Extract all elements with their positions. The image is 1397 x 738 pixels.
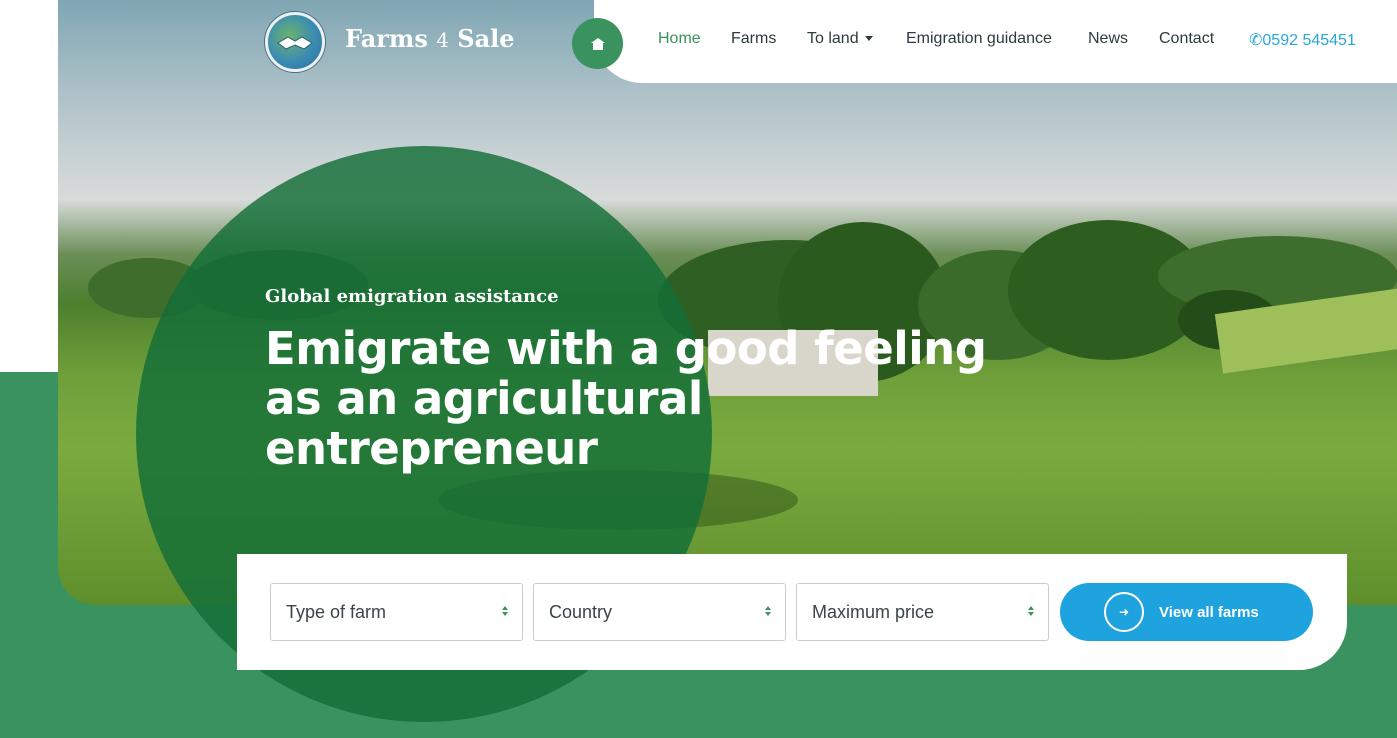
max-price-select[interactable]: Maximum price (796, 583, 1049, 641)
nav-news[interactable]: News (1088, 30, 1128, 48)
nav-farms[interactable]: Farms (731, 30, 776, 48)
brand-name[interactable]: Farms 4 Sale (345, 24, 515, 53)
hero-tagline: Global emigration assistance (265, 286, 559, 307)
max-price-value: Maximum price (812, 602, 935, 622)
type-of-farm-select[interactable]: Type of farm (270, 583, 523, 641)
arrow-right-icon: ➜ (1104, 592, 1144, 632)
nav-emigration-guidance[interactable]: Emigration guidance (906, 30, 1052, 48)
nav-to-land[interactable]: To land (807, 30, 873, 48)
brand-name-suffix: Sale (448, 24, 515, 53)
phone-number: 0592 545451 (1262, 32, 1356, 49)
brand-name-prefix: Farms (345, 24, 437, 53)
logo[interactable] (265, 12, 325, 72)
nav-to-land-label: To land (807, 30, 859, 47)
handshake-globe-icon (277, 36, 313, 50)
nav-home[interactable]: Home (658, 30, 701, 48)
type-of-farm-value: Type of farm (286, 602, 387, 622)
home-button[interactable] (572, 18, 623, 69)
hero-headline: Emigrate with a good feeling as an agric… (265, 322, 987, 475)
select-arrows-icon (502, 604, 510, 618)
view-all-farms-label: View all farms (1159, 603, 1259, 621)
select-arrows-icon (1028, 604, 1036, 618)
view-all-farms-button[interactable]: ➜ View all farms (1060, 583, 1313, 641)
country-value: Country (549, 602, 613, 622)
search-panel: Type of farm Country Maximum price ➜ Vie… (237, 554, 1347, 670)
home-icon (590, 37, 605, 50)
select-arrows-icon (765, 604, 773, 618)
country-select[interactable]: Country (533, 583, 786, 641)
chevron-down-icon (864, 36, 873, 42)
brand-name-number: 4 (436, 28, 449, 52)
nav-phone[interactable]: ✆0592 545451 (1249, 30, 1356, 50)
phone-icon: ✆ (1249, 32, 1263, 49)
nav-contact[interactable]: Contact (1159, 30, 1214, 48)
